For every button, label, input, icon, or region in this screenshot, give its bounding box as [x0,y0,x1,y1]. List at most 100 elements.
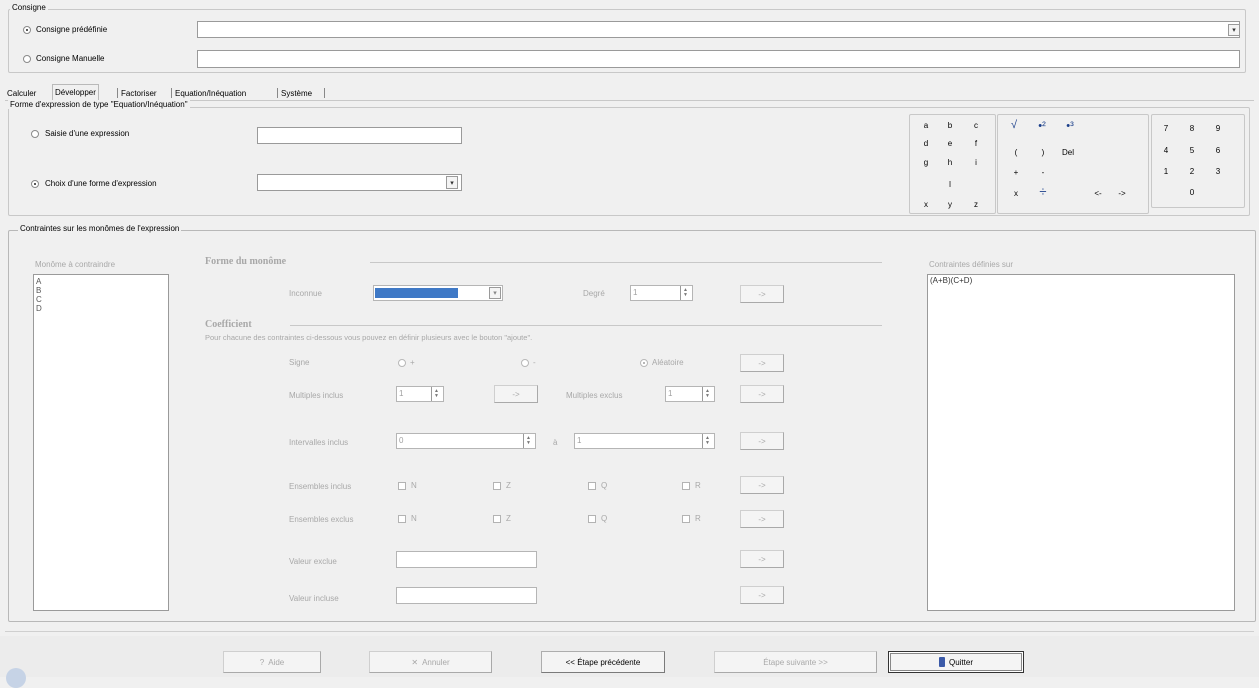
intervalle-to-spinner[interactable]: ▲ ▼ [702,434,712,448]
consigne-manual-label[interactable]: Consigne Manuelle [36,54,105,63]
key-8[interactable]: 8 [1186,124,1198,133]
etape-precedente-button[interactable]: << Étape précédente [541,651,665,673]
consigne-dropdown-button[interactable]: ▾ [1228,24,1240,36]
key-7[interactable]: 7 [1160,124,1172,133]
key-y[interactable]: y [944,200,956,209]
signe-plus-label: + [410,358,415,367]
key-3[interactable]: 3 [1212,167,1224,176]
degre-spinner[interactable]: ▲ ▼ [680,286,690,300]
list-item[interactable]: B [36,286,168,295]
open-paren-key[interactable]: ( [1010,148,1022,157]
tab-calculer[interactable]: Calculer [7,88,36,100]
key-a[interactable]: a [920,121,932,130]
valeur-incluse-input[interactable] [396,587,537,604]
key-z[interactable]: z [970,200,982,209]
key-c[interactable]: c [970,121,982,130]
key-g[interactable]: g [920,158,932,167]
annuler-button[interactable]: ✕ Annuler [369,651,492,673]
cursor-left-key[interactable]: <- [1090,189,1106,198]
key-e[interactable]: e [944,139,956,148]
signe-minus-radio[interactable] [521,359,529,367]
list-item[interactable]: A [36,277,168,286]
exclus-r-checkbox[interactable] [682,515,690,523]
quitter-button[interactable]: Quitter [888,651,1024,673]
key-2[interactable]: 2 [1186,167,1198,176]
exclus-n-checkbox[interactable] [398,515,406,523]
signe-aleatoire-radio[interactable] [640,359,648,367]
inconnue-select[interactable] [373,285,503,301]
cube-key[interactable]: •³ [1062,120,1078,132]
delete-key[interactable]: Del [1059,148,1077,157]
consigne-predef-radio[interactable] [23,26,31,34]
intervalle-from-input[interactable]: 0 [396,433,536,449]
degre-add-button[interactable]: -> [740,285,784,303]
saisie-label[interactable]: Saisie d'une expression [45,129,129,138]
list-item[interactable]: (A+B)(C+D) [930,275,1234,287]
inconnue-dropdown-button[interactable]: ▾ [489,287,501,299]
key-0[interactable]: 0 [1186,188,1198,197]
definies-listbox[interactable]: (A+B)(C+D) [927,274,1235,611]
multiples-exclus-add-button[interactable]: -> [740,385,784,403]
intervalle-to-input[interactable]: 1 [574,433,715,449]
sqrt-key[interactable]: √ [1007,119,1021,131]
inclus-z-checkbox[interactable] [493,482,501,490]
monomes-listbox[interactable]: A B C D [33,274,169,611]
key-d[interactable]: d [920,139,932,148]
intervalles-add-button[interactable]: -> [740,432,784,450]
key-9[interactable]: 9 [1212,124,1224,133]
tab-equation[interactable]: Equation/Inéquation [175,88,246,100]
exclus-z-checkbox[interactable] [493,515,501,523]
list-item[interactable]: C [36,295,168,304]
inconnue-label: Inconnue [289,289,322,298]
key-l[interactable]: l [944,180,956,189]
consigne-manual-input[interactable] [197,50,1240,68]
choix-radio[interactable] [31,180,39,188]
exclus-q-label: Q [601,514,608,523]
close-paren-key[interactable]: ) [1037,148,1049,157]
tab-factoriser[interactable]: Factoriser [121,88,157,100]
divide-key[interactable]: ÷ [1037,184,1049,199]
aide-button[interactable]: ? Aide [223,651,321,673]
key-6[interactable]: 6 [1212,146,1224,155]
signe-plus-radio[interactable] [398,359,406,367]
saisie-radio[interactable] [31,130,39,138]
etape-suivante-button[interactable]: Étape suivante >> [714,651,877,673]
consigne-manual-radio[interactable] [23,55,31,63]
key-h[interactable]: h [944,158,956,167]
key-5[interactable]: 5 [1186,146,1198,155]
ensembles-exclus-add-button[interactable]: -> [740,510,784,528]
saisie-expression-input[interactable] [257,127,462,144]
choix-dropdown-button[interactable]: ▾ [446,176,458,189]
exclus-q-checkbox[interactable] [588,515,596,523]
cursor-right-key[interactable]: -> [1114,189,1130,198]
inclus-q-checkbox[interactable] [588,482,596,490]
key-i[interactable]: i [970,158,982,167]
key-b[interactable]: b [944,121,956,130]
key-1[interactable]: 1 [1160,167,1172,176]
multiples-inclus-add-button[interactable]: -> [494,385,538,403]
intervalle-from-spinner[interactable]: ▲ ▼ [523,434,533,448]
multiply-key[interactable]: x [1010,189,1022,198]
tab-systeme[interactable]: Système [281,88,312,100]
inclus-n-checkbox[interactable] [398,482,406,490]
plus-key[interactable]: + [1010,168,1022,177]
multiples-inclus-spinner[interactable]: ▲ ▼ [431,387,441,401]
ensembles-inclus-add-button[interactable]: -> [740,476,784,494]
key-x[interactable]: x [920,200,932,209]
key-4[interactable]: 4 [1160,146,1172,155]
tab-developper[interactable]: Développer [52,84,99,101]
choix-forme-select[interactable] [257,174,462,191]
multiples-exclus-spinner[interactable]: ▲ ▼ [702,387,712,401]
inclus-r-checkbox[interactable] [682,482,690,490]
valeur-exclue-input[interactable] [396,551,537,568]
valeur-exclue-add-button[interactable]: -> [740,550,784,568]
signe-add-button[interactable]: -> [740,354,784,372]
list-item[interactable]: D [36,304,168,313]
valeur-incluse-add-button[interactable]: -> [740,586,784,604]
choix-label[interactable]: Choix d'une forme d'expression [45,179,157,188]
consigne-predef-select[interactable] [197,21,1240,38]
key-f[interactable]: f [970,139,982,148]
minus-key[interactable]: - [1037,168,1049,177]
square-key[interactable]: •² [1034,120,1050,132]
consigne-predef-label[interactable]: Consigne prédéfinie [36,25,107,34]
